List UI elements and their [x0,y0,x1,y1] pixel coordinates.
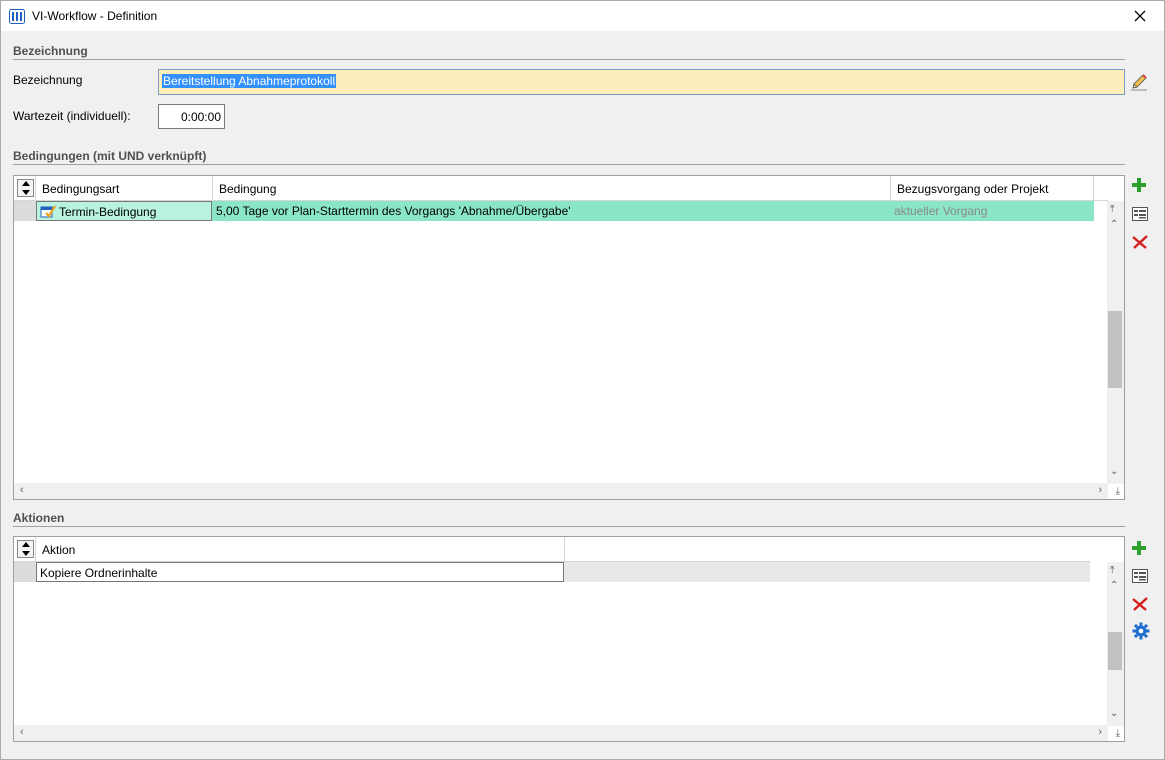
row-selector[interactable] [14,201,36,221]
sort-button[interactable] [17,179,34,197]
gear-icon[interactable] [1132,622,1152,640]
sort-button[interactable] [17,540,34,558]
sort-arrows-icon [22,542,30,556]
window-title: VI-Workflow - Definition [32,9,158,23]
scroll-thumb[interactable] [1108,311,1122,388]
vertical-scrollbar[interactable]: ⤒ ⌃ ⌄ [1107,562,1124,726]
horizontal-scrollbar[interactable]: ‹ › [14,725,1108,741]
scroll-right-icon[interactable]: › [1098,484,1102,496]
section-divider [13,164,1125,165]
section-title-conditions: Bedingungen (mit UND verknüpft) [13,149,207,163]
name-label: Bezeichnung [13,73,83,87]
edit-list-icon[interactable] [1132,569,1152,587]
pencil-icon[interactable] [1130,73,1148,94]
grid-header-sort [14,176,36,201]
column-header-type[interactable]: Bedingungsart [36,176,213,201]
plus-icon[interactable] [1132,541,1152,559]
calendar-check-icon [40,204,56,222]
column-header-action[interactable]: Aktion [36,537,565,562]
close-button[interactable] [1118,1,1164,32]
delete-x-icon[interactable] [1132,597,1152,615]
horizontal-scrollbar[interactable]: ‹ › [14,483,1108,499]
wait-time-input[interactable]: 0:00:00 [158,104,225,129]
column-header-condition[interactable]: Bedingung [213,176,891,201]
edit-list-icon[interactable] [1132,207,1152,225]
conditions-grid: Bedingungsart Bedingung Bezugsvorgang od… [13,175,1125,500]
app-columns-icon [9,9,25,24]
sort-arrows-icon [22,181,30,195]
column-header-reference[interactable]: Bezugsvorgang oder Projekt [891,176,1094,201]
scroll-down-icon[interactable]: ⌄ [1110,466,1118,477]
scroll-top-icon[interactable]: ⤒ [1110,204,1114,215]
name-input[interactable]: Bereitstellung Abnahmeprotokoll [158,69,1125,95]
scroll-right-icon[interactable]: › [1098,726,1102,738]
section-divider [13,59,1125,60]
cell-condition-type[interactable]: Termin-Bedingung [36,201,212,221]
cell-reference[interactable]: aktueller Vorgang [891,201,1094,221]
row-selector[interactable] [14,562,36,582]
name-input-value: Bereitstellung Abnahmeprotokoll [162,74,337,88]
section-divider [13,526,1125,527]
scroll-top-icon[interactable]: ⤒ [1110,565,1114,576]
close-icon [1134,10,1146,22]
scroll-down-icon[interactable]: ⌄ [1110,708,1118,719]
cell-condition[interactable]: 5,00 Tage vor Plan-Starttermin des Vorga… [213,201,891,221]
vertical-scrollbar[interactable]: ⤒ ⌃ ⌄ [1107,201,1124,484]
scroll-left-icon[interactable]: ‹ [20,726,24,738]
scroll-up-icon[interactable]: ⌃ [1110,580,1118,591]
actions-grid: Aktion Kopiere Ordnerinhalte ⤒ ⌃ ⌄ ‹ › ⤓ [13,536,1125,742]
scroll-bottom-icon[interactable]: ⤓ [1116,728,1120,739]
cell-action[interactable]: Kopiere Ordnerinhalte [36,562,564,582]
grid-header: Aktion [14,537,1090,562]
scroll-bottom-icon[interactable]: ⤓ [1116,486,1120,497]
scroll-left-icon[interactable]: ‹ [20,484,24,496]
wait-label: Wartezeit (individuell): [13,109,131,123]
table-row[interactable]: Kopiere Ordnerinhalte [14,562,1090,582]
table-row[interactable]: Termin-Bedingung 5,00 Tage vor Plan-Star… [14,201,1094,221]
delete-x-icon[interactable] [1132,235,1152,253]
plus-icon[interactable] [1132,178,1152,196]
section-title-bezeichnung: Bezeichnung [13,44,88,58]
title-bar: VI-Workflow - Definition [0,0,1165,31]
condition-type-text: Termin-Bedingung [59,205,157,219]
section-title-actions: Aktionen [13,511,65,525]
scroll-thumb[interactable] [1108,632,1122,670]
grid-header-sort [14,537,36,562]
grid-header: Bedingungsart Bedingung Bezugsvorgang od… [14,176,1108,201]
scroll-up-icon[interactable]: ⌃ [1110,219,1118,230]
